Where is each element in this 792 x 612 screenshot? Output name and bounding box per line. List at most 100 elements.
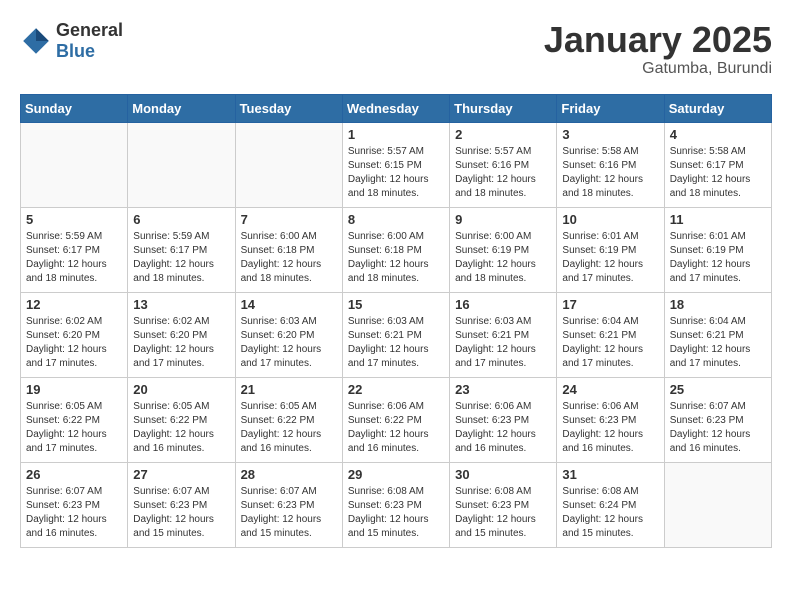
day-info: Sunrise: 6:08 AM Sunset: 6:23 PM Dayligh… xyxy=(348,485,444,541)
day-number: 5 xyxy=(26,212,122,227)
day-number: 15 xyxy=(348,297,444,312)
day-number: 12 xyxy=(26,297,122,312)
logo-general: General xyxy=(56,20,123,40)
day-info: Sunrise: 6:03 AM Sunset: 6:21 PM Dayligh… xyxy=(348,315,444,371)
calendar-cell: 14 Sunrise: 6:03 AM Sunset: 6:20 PM Dayli… xyxy=(235,292,342,377)
day-number: 11 xyxy=(670,212,766,227)
calendar-cell: 31Sunrise: 6:08 AM Sunset: 6:24 PM Dayli… xyxy=(557,462,664,547)
day-number: 20 xyxy=(133,382,229,397)
day-number: 28 xyxy=(241,467,337,482)
calendar-cell: 29 Sunrise: 6:08 AM Sunset: 6:23 PM Dayli… xyxy=(342,462,449,547)
day-info: Sunrise: 5:59 AM Sunset: 6:17 PM Dayligh… xyxy=(26,230,122,286)
day-info: Sunrise: 6:05 AM Sunset: 6:22 PM Dayligh… xyxy=(241,400,337,456)
day-number: 18 xyxy=(670,297,766,312)
day-number: 25 xyxy=(670,382,766,397)
calendar-cell: 9Sunrise: 6:00 AM Sunset: 6:19 PM Daylig… xyxy=(450,207,557,292)
calendar-cell: 22 Sunrise: 6:06 AM Sunset: 6:22 PM Dayli… xyxy=(342,377,449,462)
day-number: 14 xyxy=(241,297,337,312)
day-number: 3 xyxy=(562,127,658,142)
day-info: Sunrise: 6:06 AM Sunset: 6:23 PM Dayligh… xyxy=(455,400,551,456)
logo-icon xyxy=(20,25,52,57)
day-number: 26 xyxy=(26,467,122,482)
day-info: Sunrise: 5:58 AM Sunset: 6:16 PM Dayligh… xyxy=(562,145,658,201)
month-title: January 2025 xyxy=(544,20,772,60)
calendar-cell: 17 Sunrise: 6:04 AM Sunset: 6:21 PM Dayli… xyxy=(557,292,664,377)
day-info: Sunrise: 6:07 AM Sunset: 6:23 PM Dayligh… xyxy=(241,485,337,541)
weekday-header: Saturday xyxy=(664,94,771,122)
day-info: Sunrise: 6:02 AM Sunset: 6:20 PM Dayligh… xyxy=(133,315,229,371)
day-number: 8 xyxy=(348,212,444,227)
day-number: 7 xyxy=(241,212,337,227)
day-number: 30 xyxy=(455,467,551,482)
day-info: Sunrise: 6:00 AM Sunset: 6:18 PM Dayligh… xyxy=(241,230,337,286)
calendar-cell: 15 Sunrise: 6:03 AM Sunset: 6:21 PM Dayli… xyxy=(342,292,449,377)
day-info: Sunrise: 6:04 AM Sunset: 6:21 PM Dayligh… xyxy=(562,315,658,371)
calendar-week-row: 12 Sunrise: 6:02 AM Sunset: 6:20 PM Dayli… xyxy=(21,292,772,377)
calendar-cell: 13 Sunrise: 6:02 AM Sunset: 6:20 PM Dayli… xyxy=(128,292,235,377)
day-number: 21 xyxy=(241,382,337,397)
day-info: Sunrise: 6:02 AM Sunset: 6:20 PM Dayligh… xyxy=(26,315,122,371)
calendar-cell: 20 Sunrise: 6:05 AM Sunset: 6:22 PM Dayli… xyxy=(128,377,235,462)
day-number: 1 xyxy=(348,127,444,142)
calendar-cell: 5 Sunrise: 5:59 AM Sunset: 6:17 PM Daylig… xyxy=(21,207,128,292)
weekday-header: Sunday xyxy=(21,94,128,122)
day-number: 17 xyxy=(562,297,658,312)
weekday-header: Monday xyxy=(128,94,235,122)
day-info: Sunrise: 6:08 AM Sunset: 6:24 PM Dayligh… xyxy=(562,485,658,541)
logo: General Blue xyxy=(20,20,123,62)
calendar-cell: 11Sunrise: 6:01 AM Sunset: 6:19 PM Dayli… xyxy=(664,207,771,292)
day-info: Sunrise: 6:07 AM Sunset: 6:23 PM Dayligh… xyxy=(26,485,122,541)
day-number: 10 xyxy=(562,212,658,227)
calendar-cell xyxy=(21,122,128,207)
day-number: 24 xyxy=(562,382,658,397)
calendar-cell: 21 Sunrise: 6:05 AM Sunset: 6:22 PM Dayli… xyxy=(235,377,342,462)
day-info: Sunrise: 6:07 AM Sunset: 6:23 PM Dayligh… xyxy=(133,485,229,541)
day-number: 27 xyxy=(133,467,229,482)
day-number: 19 xyxy=(26,382,122,397)
day-info: Sunrise: 5:57 AM Sunset: 6:16 PM Dayligh… xyxy=(455,145,551,201)
day-info: Sunrise: 5:59 AM Sunset: 6:17 PM Dayligh… xyxy=(133,230,229,286)
calendar-cell: 19Sunrise: 6:05 AM Sunset: 6:22 PM Dayli… xyxy=(21,377,128,462)
day-number: 22 xyxy=(348,382,444,397)
calendar-cell: 30 Sunrise: 6:08 AM Sunset: 6:23 PM Dayli… xyxy=(450,462,557,547)
weekday-header: Tuesday xyxy=(235,94,342,122)
calendar-cell: 23Sunrise: 6:06 AM Sunset: 6:23 PM Dayli… xyxy=(450,377,557,462)
location-title: Gatumba, Burundi xyxy=(544,60,772,78)
day-info: Sunrise: 5:58 AM Sunset: 6:17 PM Dayligh… xyxy=(670,145,766,201)
calendar-cell: 25Sunrise: 6:07 AM Sunset: 6:23 PM Dayli… xyxy=(664,377,771,462)
day-info: Sunrise: 6:05 AM Sunset: 6:22 PM Dayligh… xyxy=(133,400,229,456)
calendar-week-row: 19 Sunrise: 6:05 AM Sunset: 6:22 PM Dayli… xyxy=(21,377,772,462)
logo-text: General Blue xyxy=(56,20,123,62)
calendar-cell xyxy=(235,122,342,207)
calendar-cell: 24 Sunrise: 6:06 AM Sunset: 6:23 PM Dayli… xyxy=(557,377,664,462)
day-number: 13 xyxy=(133,297,229,312)
day-info: Sunrise: 5:57 AM Sunset: 6:15 PM Dayligh… xyxy=(348,145,444,201)
day-info: Sunrise: 6:03 AM Sunset: 6:21 PM Dayligh… xyxy=(455,315,551,371)
day-info: Sunrise: 6:06 AM Sunset: 6:23 PM Dayligh… xyxy=(562,400,658,456)
calendar-cell: 2Sunrise: 5:57 AM Sunset: 6:16 PM Daylig… xyxy=(450,122,557,207)
weekday-header-row: SundayMondayTuesdayWednesdayThursdayFrid… xyxy=(21,94,772,122)
day-info: Sunrise: 6:03 AM Sunset: 6:20 PM Dayligh… xyxy=(241,315,337,371)
calendar-cell: 26 Sunrise: 6:07 AM Sunset: 6:23 PM Dayli… xyxy=(21,462,128,547)
day-number: 9 xyxy=(455,212,551,227)
day-info: Sunrise: 6:00 AM Sunset: 6:18 PM Dayligh… xyxy=(348,230,444,286)
day-number: 6 xyxy=(133,212,229,227)
calendar-cell: 3 Sunrise: 5:58 AM Sunset: 6:16 PM Daylig… xyxy=(557,122,664,207)
logo-blue: Blue xyxy=(56,41,95,61)
calendar-week-row: 5 Sunrise: 5:59 AM Sunset: 6:17 PM Daylig… xyxy=(21,207,772,292)
calendar-cell: 16 Sunrise: 6:03 AM Sunset: 6:21 PM Dayli… xyxy=(450,292,557,377)
weekday-header: Thursday xyxy=(450,94,557,122)
day-number: 4 xyxy=(670,127,766,142)
day-number: 29 xyxy=(348,467,444,482)
calendar-cell: 12 Sunrise: 6:02 AM Sunset: 6:20 PM Dayli… xyxy=(21,292,128,377)
calendar-cell: 1 Sunrise: 5:57 AM Sunset: 6:15 PM Daylig… xyxy=(342,122,449,207)
day-info: Sunrise: 6:08 AM Sunset: 6:23 PM Dayligh… xyxy=(455,485,551,541)
day-info: Sunrise: 6:06 AM Sunset: 6:22 PM Dayligh… xyxy=(348,400,444,456)
calendar-cell: 28 Sunrise: 6:07 AM Sunset: 6:23 PM Dayli… xyxy=(235,462,342,547)
day-info: Sunrise: 6:04 AM Sunset: 6:21 PM Dayligh… xyxy=(670,315,766,371)
calendar-cell xyxy=(128,122,235,207)
weekday-header: Wednesday xyxy=(342,94,449,122)
calendar-cell: 4 Sunrise: 5:58 AM Sunset: 6:17 PM Daylig… xyxy=(664,122,771,207)
calendar-cell: 18 Sunrise: 6:04 AM Sunset: 6:21 PM Dayli… xyxy=(664,292,771,377)
day-number: 16 xyxy=(455,297,551,312)
